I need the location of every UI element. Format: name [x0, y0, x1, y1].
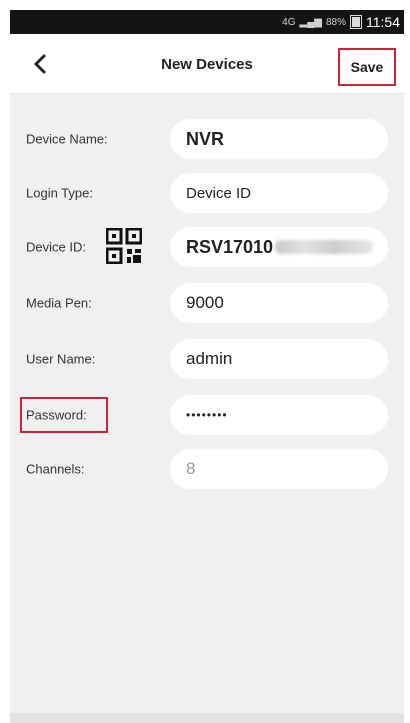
status-time: 11:54 — [366, 14, 400, 30]
signal-indicator: 4G — [282, 16, 296, 28]
media-port-value: 9000 — [186, 293, 224, 312]
device-id-label: Device ID: — [26, 239, 86, 255]
device-id-row: Device ID: RSV17010 — [10, 222, 404, 272]
signal-bars-icon: ▂▄▆ — [299, 16, 322, 28]
channels-label: Channels: — [26, 461, 85, 477]
device-name-value: NVR — [186, 128, 225, 149]
media-port-field[interactable]: 9000 — [170, 283, 388, 323]
save-button[interactable]: Save — [338, 48, 396, 86]
bottom-edge — [10, 713, 404, 723]
channels-field[interactable]: 8 — [170, 449, 388, 489]
qr-code-icon[interactable] — [106, 228, 142, 264]
login-type-value: Device ID — [186, 184, 252, 202]
user-name-row: User Name: admin — [10, 334, 404, 384]
password-row: Password: •••••••• — [10, 390, 404, 440]
password-value: •••••••• — [186, 408, 228, 422]
login-type-row: Login Type: Device ID — [10, 168, 404, 218]
battery-icon — [350, 15, 362, 29]
device-name-row: Device Name: NVR — [10, 114, 404, 164]
user-name-field[interactable]: admin — [170, 339, 388, 379]
device-id-field[interactable]: RSV17010 — [170, 227, 388, 267]
password-label: Password: — [26, 407, 87, 423]
device-name-field[interactable]: NVR — [170, 119, 388, 159]
user-name-value: admin — [186, 349, 233, 368]
channels-row: Channels: 8 — [10, 444, 404, 494]
status-bar: 4G ▂▄▆ 88% 11:54 — [10, 10, 404, 34]
battery-percent: 88% — [325, 16, 346, 28]
device-name-label: Device Name: — [26, 131, 108, 147]
media-port-label: Media Pen: — [26, 295, 92, 311]
user-name-label: User Name: — [26, 351, 96, 367]
media-port-row: Media Pen: 9000 — [10, 278, 404, 328]
login-type-field[interactable]: Device ID — [170, 173, 388, 213]
login-type-label: Login Type: — [26, 185, 93, 201]
password-field[interactable]: •••••••• — [170, 395, 388, 435]
device-id-redacted — [275, 240, 374, 254]
device-id-value: RSV17010 — [186, 236, 274, 257]
nav-bar: New Devices Save — [10, 34, 404, 94]
channels-value: 8 — [186, 459, 196, 478]
device-form: Device Name: NVR Login Type: Device ID D… — [10, 94, 404, 723]
